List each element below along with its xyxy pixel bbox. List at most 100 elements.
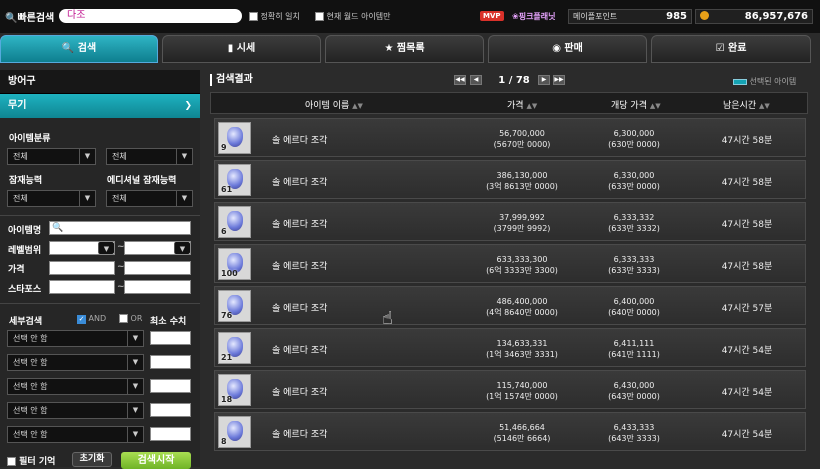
option-select-4[interactable]: 선택 안 함 ▼ (7, 402, 144, 419)
min-value-input-3[interactable] (150, 379, 191, 393)
sol-erda-fragment-icon (227, 421, 243, 441)
column-unit-price[interactable]: 개당 가격 ▲▼ (611, 98, 661, 111)
option-select-3[interactable]: 선택 안 함 ▼ (7, 378, 144, 395)
results-header: 검색결과 ◀◀ ◀ 1 / 78 ▶ ▶▶ 선택된 아이템 (210, 72, 808, 89)
starforce-label: 스타포스 (8, 285, 42, 295)
chevron-down-icon: ▼ (127, 427, 143, 442)
item-thumbnail: 76 (218, 290, 251, 322)
selected-items-legend: 선택된 아이템 (733, 76, 796, 87)
check-box-icon: ☑ (715, 43, 729, 54)
item-thumbnail: 9 (218, 122, 251, 154)
results-title: 검색결과 (210, 74, 253, 86)
hand-cursor-icon: ☝ (382, 308, 393, 329)
item-name: 솔 에르다 조각 (272, 346, 328, 356)
prev-page-icon[interactable]: ◀ (470, 75, 482, 85)
tab-wishlist[interactable]: ★ 찜목록 (325, 35, 484, 63)
starforce-max-input[interactable] (124, 280, 191, 294)
potential-label: 잠재능력 (9, 176, 43, 186)
exact-match-option[interactable]: 정확히 일치 (249, 12, 300, 22)
item-name: 솔 에르다 조각 (272, 430, 328, 440)
table-row[interactable]: 8솔 에르다 조각 51,466,664 (5146만 6664) 6,433,333… (214, 412, 806, 451)
table-row[interactable]: 9솔 에르다 조각 56,700,000 (5670만 0000) 6,300,000… (214, 118, 806, 157)
check-icon[interactable]: ✓ (77, 315, 86, 324)
meso-value: 86,957,676 (744, 11, 808, 22)
item-class-label: 아이템분류 (9, 134, 51, 144)
chevron-down-icon: ▼ (127, 355, 143, 370)
item-class-select-2[interactable]: 전체 ▼ (106, 148, 193, 165)
min-value-input-2[interactable] (150, 355, 191, 369)
tab-completed[interactable]: ☑ 완료 (651, 35, 811, 63)
last-page-icon[interactable]: ▶▶ (553, 75, 565, 85)
tab-market-price[interactable]: ▮ 시세 (162, 35, 321, 63)
item-name: 솔 에르다 조각 (272, 220, 328, 230)
filter-memory-checkbox[interactable] (7, 457, 16, 466)
potential-select[interactable]: 전체 ▼ (7, 190, 96, 207)
item-class-select-1[interactable]: 전체 ▼ (7, 148, 96, 165)
or-option[interactable]: OR (119, 314, 142, 323)
item-name-input[interactable]: 🔍 (49, 221, 191, 235)
item-unit-price: 6,433,333 (643만 3333) (608, 423, 660, 443)
table-row[interactable]: 18 솔 에르다 조각 115,740,000 (1억 1574만 0000) 6,43… (214, 370, 806, 409)
level-max-select[interactable]: ▼ (124, 241, 191, 255)
search-icon: 🔍 (5, 13, 18, 24)
tab-sell[interactable]: ◉ 판매 (488, 35, 647, 63)
item-name: 솔 에르다 조각 (272, 388, 328, 398)
item-thumbnail: 100 (218, 248, 251, 280)
maple-points-box: 메이플포인트 985 (568, 9, 692, 24)
item-unit-price: 6,333,333 (633만 3333) (608, 255, 660, 275)
chart-icon: ▮ (227, 43, 237, 54)
item-count: 76 (221, 311, 233, 320)
chevron-down-icon: ❯ (184, 101, 192, 111)
main-tabs: 🔍 검색 ▮ 시세 ★ 찜목록 ◉ 판매 ☑ 완료 (0, 35, 820, 63)
price-label: 가격 (8, 265, 25, 275)
search-icon: 🔍 (52, 223, 64, 233)
or-checkbox[interactable] (119, 314, 128, 323)
table-row[interactable]: 100 솔 에르다 조각 633,333,300 (6억 3333만 3300) 6,3… (214, 244, 806, 283)
table-row[interactable]: 76 솔 에르다 조각 486,400,000 (4억 8640만 0000) 6,40… (214, 286, 806, 325)
item-time-left: 47시간 54분 (721, 388, 773, 398)
detail-search-label: 세부검색 (9, 317, 43, 327)
option-select-5[interactable]: 선택 안 함 ▼ (7, 426, 144, 443)
current-world-checkbox[interactable] (315, 12, 324, 21)
reset-button[interactable]: 초기화 (72, 452, 112, 467)
level-min-select[interactable]: ▼ (49, 241, 115, 255)
subcategory-selector[interactable]: 무기 ❯ (0, 94, 200, 118)
item-name: 솔 에르다 조각 (272, 262, 328, 272)
item-unit-price: 6,400,000 (640만 0000) (608, 297, 660, 317)
starforce-min-input[interactable] (49, 280, 115, 294)
category-header[interactable]: 방어구 (0, 70, 200, 94)
tab-search[interactable]: 🔍 검색 (0, 35, 158, 63)
exact-match-checkbox[interactable] (249, 12, 258, 21)
min-value-input-4[interactable] (150, 403, 191, 417)
filter-memory-option[interactable]: 필터 기억 (7, 454, 55, 467)
option-select-1[interactable]: 선택 안 함 ▼ (7, 330, 144, 347)
item-count: 18 (221, 395, 233, 404)
legend-swatch (733, 78, 747, 85)
sol-erda-fragment-icon (227, 211, 243, 231)
table-row[interactable]: 61 솔 에르다 조각 386,130,000 (3억 8613만 0000) 6,33… (214, 160, 806, 199)
price-max-input[interactable] (124, 261, 191, 275)
additional-potential-select[interactable]: 전체 ▼ (106, 190, 193, 207)
option-select-2[interactable]: 선택 안 함 ▼ (7, 354, 144, 371)
item-thumbnail: 61 (218, 164, 251, 196)
item-count: 100 (221, 269, 238, 278)
search-icon: 🔍 (61, 43, 78, 54)
next-page-icon[interactable]: ▶ (538, 75, 550, 85)
table-row[interactable]: 6솔 에르다 조각 37,999,992 (3799만 9992) 6,333,332… (214, 202, 806, 241)
quick-search-label: 🔍빠른검색 (5, 13, 55, 24)
search-start-button[interactable]: 검색시작 (121, 452, 191, 469)
table-row[interactable]: 21 솔 에르다 조각 134,633,331 (1억 3463만 3331) 6,41… (214, 328, 806, 367)
column-item-name[interactable]: 아이템 이름 ▲▼ (305, 98, 363, 111)
price-min-input[interactable] (49, 261, 115, 275)
min-value-input-1[interactable] (150, 331, 191, 345)
min-value-input-5[interactable] (150, 427, 191, 441)
and-option[interactable]: ✓ AND (77, 314, 106, 324)
column-time-left[interactable]: 남은시간 ▲▼ (723, 98, 770, 111)
column-price[interactable]: 가격 ▲▼ (507, 98, 537, 111)
chevron-down-icon: ▼ (127, 331, 143, 346)
first-page-icon[interactable]: ◀◀ (454, 75, 466, 85)
level-range-label: 레벨범위 (8, 246, 42, 256)
quick-search-input[interactable]: 다조 (59, 9, 242, 23)
grade-label: ❀핑크플래닛 (512, 12, 556, 21)
current-world-option[interactable]: 현재 월드 아이템만 (315, 12, 391, 22)
